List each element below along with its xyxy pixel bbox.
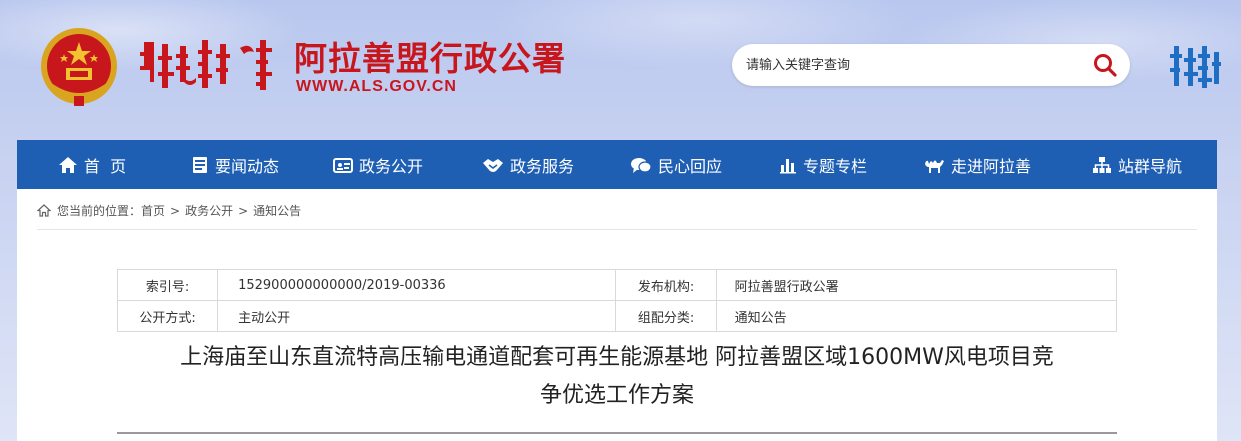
content-panel: 您当前的位置： 首页 > 政务公开 > 通知公告 索引号: 1529000000… xyxy=(17,189,1217,441)
nav-item-special-topics[interactable]: 专题专栏 xyxy=(749,140,897,189)
disclosure-value: 主动公开 xyxy=(217,300,617,332)
nav-item-home[interactable]: 首 页 xyxy=(17,140,167,189)
nav-item-public-response[interactable]: 民心回应 xyxy=(603,140,749,189)
breadcrumb-separator: > xyxy=(170,203,181,218)
home-outline-icon xyxy=(37,204,51,217)
site-header: 阿拉善盟行政公署 WWW.ALS.GOV.CN xyxy=(0,0,1241,140)
national-emblem-icon[interactable] xyxy=(36,24,122,110)
site-title[interactable]: 阿拉善盟行政公署 xyxy=(294,32,566,80)
news-icon xyxy=(192,156,207,173)
metadata-table: 索引号: 152900000000000/2019-00336 发布机构: 阿拉… xyxy=(116,269,1118,332)
search-icon[interactable] xyxy=(1092,52,1118,78)
nav-label: 专题专栏 xyxy=(802,156,867,176)
search-input[interactable] xyxy=(746,54,1076,76)
article-title: 上海庙至山东直流特高压输电通道配套可再生能源基地 阿拉善盟区域1600MW风电项… xyxy=(107,339,1127,415)
breadcrumb-link-notices[interactable]: 通知公告 xyxy=(253,202,301,219)
site-url[interactable]: WWW.ALS.GOV.CN xyxy=(296,78,457,96)
sitemap-icon xyxy=(1092,156,1111,173)
publisher-value: 阿拉善盟行政公署 xyxy=(715,269,1118,301)
index-label: 索引号: xyxy=(116,269,219,301)
nav-item-gov-service[interactable]: 政务服务 xyxy=(453,140,603,189)
mongolian-version-icon[interactable] xyxy=(1168,42,1222,92)
breadcrumb-prefix: 您当前的位置： xyxy=(57,204,142,218)
publisher-label: 发布机构: xyxy=(615,269,717,301)
home-icon xyxy=(58,156,77,173)
category-label: 组配分类: xyxy=(615,300,717,332)
search-box xyxy=(732,44,1130,86)
breadcrumb: 您当前的位置： 首页 > 政务公开 > 通知公告 xyxy=(37,202,301,219)
handshake-icon xyxy=(482,158,503,172)
nav-label: 首 页 xyxy=(83,156,127,176)
breadcrumb-link-home[interactable]: 首页 xyxy=(141,202,165,219)
nav-label: 走进阿拉善 xyxy=(950,156,1031,176)
nav-label: 政务公开 xyxy=(358,156,423,176)
nav-label: 要闻动态 xyxy=(214,156,279,176)
breadcrumb-link-gov-affairs[interactable]: 政务公开 xyxy=(185,202,233,219)
id-card-icon xyxy=(332,157,353,173)
category-value: 通知公告 xyxy=(715,300,1118,332)
main-nav: 首 页 要闻动态 政务公开 政务服务 民心回应 专题专栏 走进阿拉善 站群导航 xyxy=(17,140,1217,189)
chat-icon xyxy=(630,157,652,173)
index-value: 152900000000000/2019-00336 xyxy=(217,269,617,301)
nav-item-news[interactable]: 要闻动态 xyxy=(167,140,303,189)
table-row: 公开方式: 主动公开 组配分类: 通知公告 xyxy=(116,300,1118,332)
nav-label: 民心回应 xyxy=(657,156,722,176)
title-divider xyxy=(117,432,1117,434)
divider xyxy=(37,229,1197,230)
article-title-line: 争优选工作方案 xyxy=(539,383,694,408)
disclosure-label: 公开方式: xyxy=(116,300,219,332)
nav-label: 政务服务 xyxy=(509,156,574,176)
bar-chart-icon xyxy=(779,158,796,173)
nav-item-site-nav[interactable]: 站群导航 xyxy=(1057,140,1217,189)
camel-icon xyxy=(924,159,944,173)
nav-item-about-alxa[interactable]: 走进阿拉善 xyxy=(897,140,1057,189)
article-title-line: 上海庙至山东直流特高压输电通道配套可再生能源基地 阿拉善盟区域1600MW风电项… xyxy=(180,345,1054,370)
nav-label: 站群导航 xyxy=(1117,156,1182,176)
breadcrumb-separator: > xyxy=(238,203,249,218)
mongolian-title-logo xyxy=(140,40,272,90)
nav-item-gov-affairs[interactable]: 政务公开 xyxy=(303,140,453,189)
table-row: 索引号: 152900000000000/2019-00336 发布机构: 阿拉… xyxy=(116,269,1118,301)
